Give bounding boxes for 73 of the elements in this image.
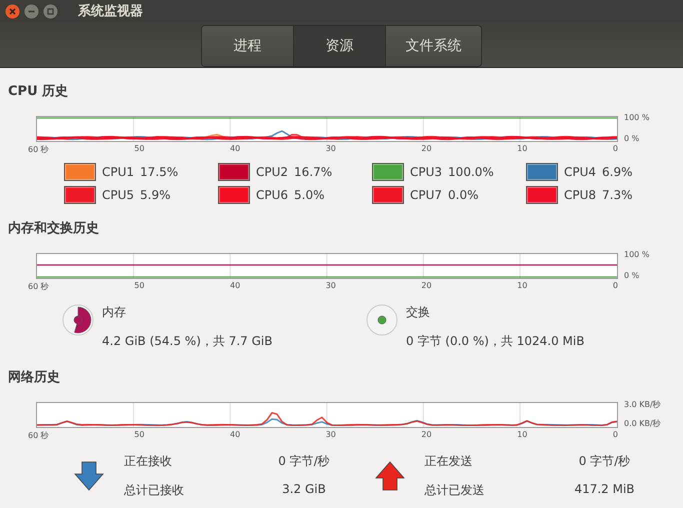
axis-label: 40 — [230, 144, 240, 155]
color-swatch[interactable] — [218, 163, 250, 181]
tab[interactable]: 进程 — [202, 26, 294, 66]
axis-label: 50 — [134, 144, 144, 155]
axis-label: 30 — [326, 281, 336, 292]
axis-label: 0.0 KB/秒 — [624, 418, 661, 429]
axis-label: 0 % — [624, 271, 640, 280]
cpu-label: CPU7 — [410, 188, 442, 202]
rate-value: 0 字节/秒 — [578, 453, 632, 470]
cpu-usage: 7.3% — [602, 188, 633, 202]
total-value: 417.2 MiB — [573, 482, 636, 498]
axis-label: 100 % — [624, 250, 650, 259]
window-title: 系统监视器 — [78, 2, 143, 20]
axis-label: 0 — [612, 430, 618, 441]
cpu-usage: 6.9% — [602, 165, 633, 179]
section-heading: 网络历史 — [8, 369, 61, 386]
cpu-label: CPU2 — [256, 165, 288, 179]
total-label: 总计已接收 — [124, 482, 185, 499]
axis-label: 50 — [134, 430, 144, 441]
axis-label: 50 — [134, 281, 144, 292]
section-heading: CPU 历史 — [8, 83, 70, 100]
cpu-label: CPU3 — [410, 165, 442, 179]
cpu-usage: 16.7% — [294, 165, 332, 179]
cpu-usage: 100.0% — [448, 165, 494, 179]
axis-label: 0 % — [624, 134, 640, 143]
axis-label: 20 — [421, 281, 432, 292]
rate-label: 正在发送 — [424, 453, 474, 470]
close-icon[interactable] — [5, 4, 20, 18]
color-swatch[interactable] — [64, 186, 96, 204]
total-value: 3.2 GiB — [281, 482, 327, 498]
axis-label: 100 % — [624, 113, 650, 122]
color-swatch[interactable] — [218, 186, 250, 204]
color-swatch[interactable] — [526, 163, 558, 181]
cpu-label: CPU5 — [102, 188, 134, 202]
axis-label: 40 — [230, 430, 240, 441]
minimize-icon[interactable] — [24, 4, 39, 18]
axis-label: 40 — [230, 281, 240, 292]
axis-label: 60 秒 — [28, 144, 49, 155]
usage-value: 4.2 GiB (54.5 %)，共 7.7 GiB — [102, 333, 272, 350]
color-swatch[interactable] — [372, 163, 404, 181]
cpu-label: CPU6 — [256, 188, 288, 202]
cpu-label: CPU4 — [564, 165, 596, 179]
axis-label: 60 秒 — [28, 281, 49, 292]
usage-value: 0 字节 (0.0 %)，共 1024.0 MiB — [406, 333, 584, 350]
tab[interactable]: 资源 — [294, 26, 386, 66]
rate-label: 正在接收 — [124, 453, 173, 470]
cpu-usage: 5.9% — [140, 188, 171, 202]
usage-label: 内存 — [102, 304, 127, 321]
rate-value: 0 字节/秒 — [277, 453, 331, 470]
usage-label: 交换 — [406, 304, 431, 321]
maximize-icon[interactable] — [43, 4, 58, 18]
axis-label: 10 — [517, 430, 528, 441]
cpu-usage: 17.5% — [140, 165, 178, 179]
axis-label: 30 — [326, 430, 336, 441]
axis-label: 0 — [612, 144, 618, 155]
color-swatch[interactable] — [64, 163, 96, 181]
axis-label: 10 — [517, 281, 528, 292]
cpu-usage: 0.0% — [448, 188, 479, 202]
total-label: 总计已发送 — [424, 482, 486, 499]
color-swatch[interactable] — [372, 186, 404, 204]
cpu-label: CPU1 — [102, 165, 134, 179]
tab[interactable]: 文件系统 — [386, 26, 481, 66]
axis-label: 10 — [517, 144, 528, 155]
axis-label: 30 — [326, 144, 336, 155]
cpu-label: CPU8 — [564, 188, 596, 202]
axis-label: 60 秒 — [28, 430, 49, 441]
section-heading: 内存和交换历史 — [8, 220, 100, 237]
color-swatch[interactable] — [526, 186, 558, 204]
axis-label: 20 — [421, 430, 432, 441]
axis-label: 20 — [421, 144, 432, 155]
cpu-usage: 5.0% — [294, 188, 325, 202]
axis-label: 0 — [612, 281, 618, 292]
axis-label: 3.0 KB/秒 — [624, 399, 661, 410]
